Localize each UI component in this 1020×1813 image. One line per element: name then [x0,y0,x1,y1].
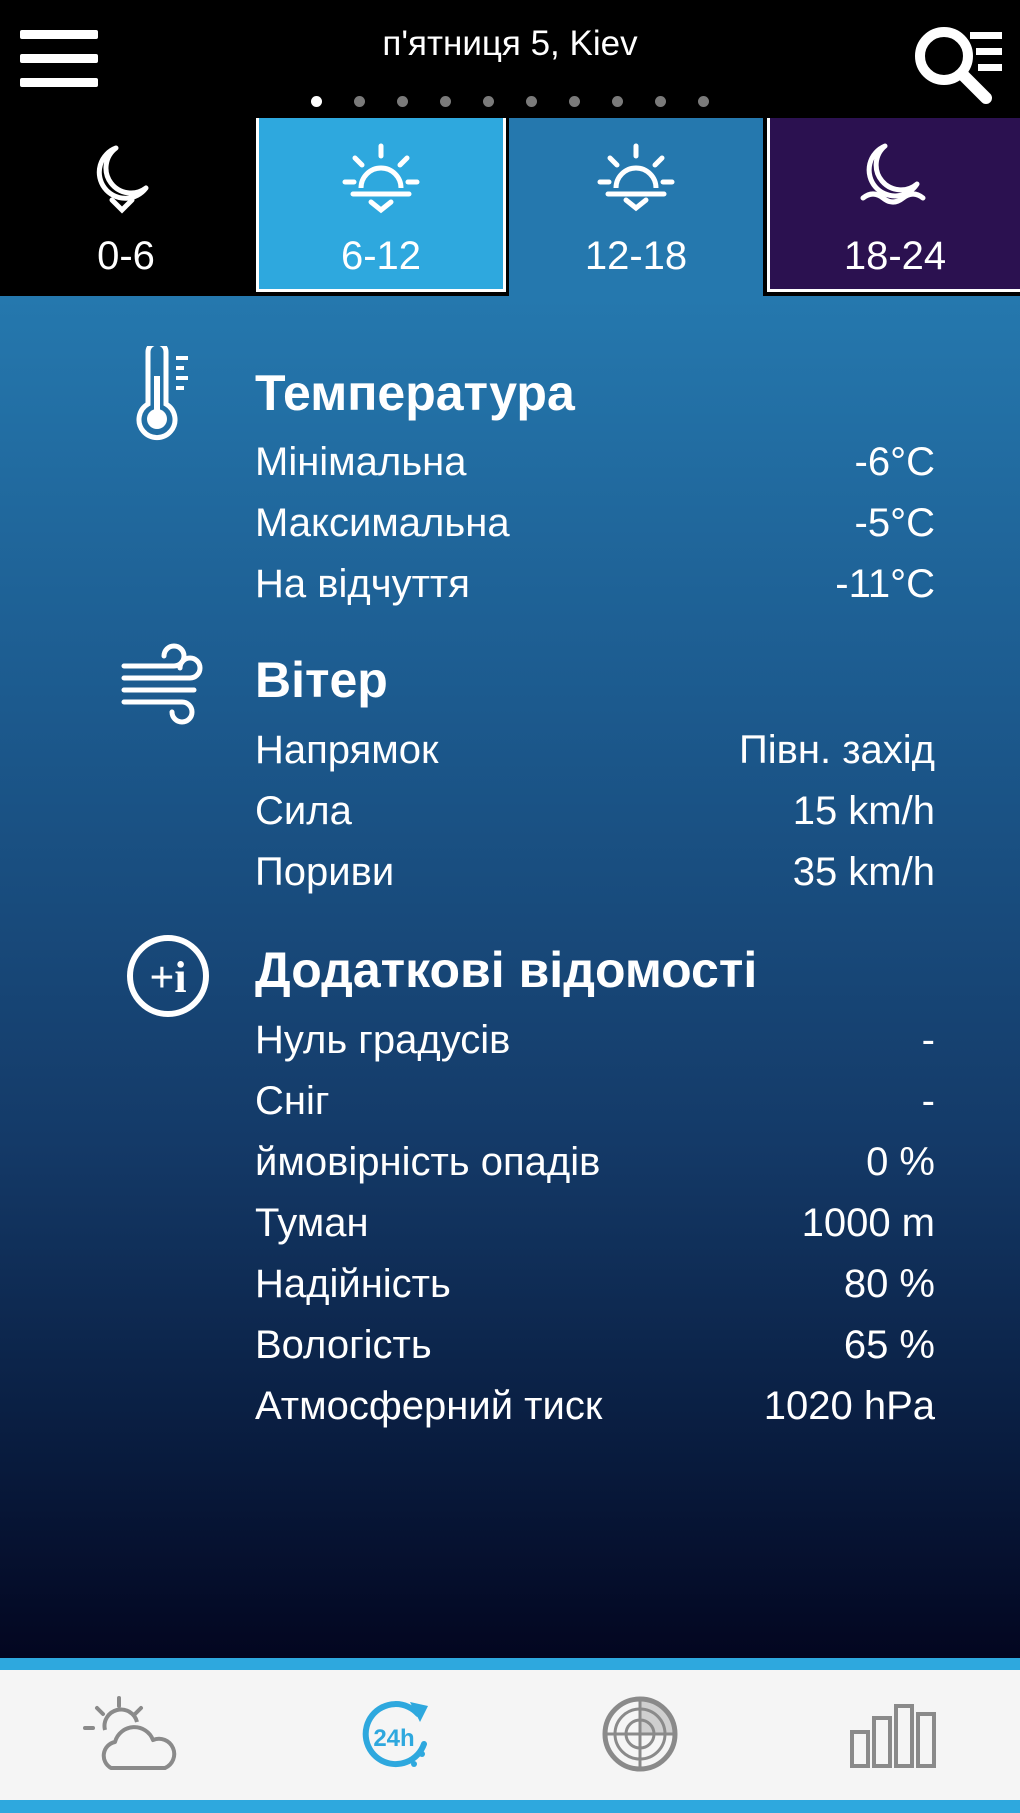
sun-day-icon [597,143,675,212]
extra-title: Додаткові відомості [255,942,758,998]
partly-cloudy-icon [83,1696,177,1770]
row-label: На відчуття [255,561,470,606]
forecast-details: Температура Мінімальна -6°C Максимальна … [0,296,1020,1658]
row-value: 35 km/h [792,849,935,894]
row-label: Максимальна [255,500,510,545]
tab-label: 12-18 [584,234,688,278]
row-value: -6°C [854,439,935,484]
search-list-icon[interactable] [910,18,1006,108]
row-value: - [921,1017,935,1062]
row-value: - [921,1078,935,1123]
row-label: Надійність [255,1261,451,1306]
temperature-row: На відчуття -11°C [255,554,935,614]
extra-row: Нуль градусів - [255,1010,935,1070]
row-label: Напрямок [255,727,439,772]
time-period-tabs: 0-6 6-12 12-18 18-24 [0,118,1020,414]
page-dot[interactable] [655,96,666,107]
nav-chart-button[interactable] [840,1684,950,1784]
moon-night-icon [96,145,149,214]
wind-row: Сила 15 km/h [255,781,935,841]
wind-row: Пориви 35 km/h [255,842,935,902]
row-value: 65 % [843,1322,935,1367]
page-dot[interactable] [440,96,451,107]
svg-text:+i: +i [149,953,186,1002]
row-value: 80 % [843,1261,935,1306]
extra-row: Сніг - [255,1071,935,1131]
temperature-row: Мінімальна -6°C [255,432,935,492]
row-label: Пориви [255,849,395,894]
row-label: Сила [255,788,352,833]
page-dot[interactable] [612,96,623,107]
extra-row: Атмосферний тиск 1020 hPa [255,1376,935,1436]
page-dot[interactable] [526,96,537,107]
page-indicator [0,96,1020,107]
page-dot[interactable] [698,96,709,107]
row-label: Нуль градусів [255,1017,511,1062]
wind-title: Вітер [255,652,388,708]
tab-0-6[interactable]: 0-6 [0,118,252,296]
bar-chart-icon [850,1704,936,1768]
tab-12-18[interactable]: 12-18 [509,118,763,296]
bottom-accent-bar [0,1800,1020,1813]
info-plus-icon: +i [127,935,209,1017]
page-dot[interactable] [354,96,365,107]
wind-row: Напрямок Півн. захід [255,720,935,780]
page-dot[interactable] [483,96,494,107]
hourly-label: 24h [373,1725,414,1752]
wind-icon [121,643,203,725]
row-value: 15 km/h [792,788,935,833]
extra-row: ймовірність опадів 0 % [255,1132,935,1192]
hamburger-menu-icon[interactable] [20,30,98,88]
nav-forecast-button[interactable] [75,1684,185,1784]
bottom-accent-bar [0,1658,1020,1670]
row-value: Півн. захід [738,727,935,772]
bottom-nav: 24h [0,1670,1020,1800]
row-label: Сніг [255,1078,330,1123]
tab-18-24[interactable]: 18-24 [767,118,1020,292]
row-value: 1000 m [801,1200,935,1245]
moon-evening-icon [860,143,926,205]
hourly-24h-icon: 24h [362,1701,428,1768]
tab-label: 0-6 [97,234,155,278]
extra-row: Вологість 65 % [255,1315,935,1375]
tab-label: 18-24 [843,234,947,278]
row-value: -11°C [835,561,935,606]
page-title: п'ятниця 5, Kiev [382,24,638,63]
extra-row: Туман 1000 m [255,1193,935,1253]
nav-hourly-button[interactable]: 24h [340,1684,450,1784]
temperature-row: Максимальна -5°C [255,493,935,553]
row-value: -5°C [854,500,935,545]
row-label: Вологість [255,1322,432,1367]
sunrise-icon [342,143,420,214]
row-label: Туман [255,1200,369,1245]
thermometer-icon [136,346,188,441]
tab-label: 6-12 [340,234,422,278]
row-label: ймовірність опадів [255,1139,601,1184]
row-value: 0 % [866,1139,935,1184]
page-dot[interactable] [311,96,322,107]
row-label: Атмосферний тиск [255,1383,603,1428]
tab-6-12[interactable]: 6-12 [256,118,506,292]
radar-icon [602,1696,678,1772]
extra-row: Надійність 80 % [255,1254,935,1314]
temperature-title: Температура [255,365,575,421]
top-bar: п'ятниця 5, Kiev [0,0,1020,118]
row-value: 1020 hPa [763,1383,935,1428]
page-dot[interactable] [569,96,580,107]
nav-radar-button[interactable] [585,1684,695,1784]
page-dot[interactable] [397,96,408,107]
row-label: Мінімальна [255,439,467,484]
